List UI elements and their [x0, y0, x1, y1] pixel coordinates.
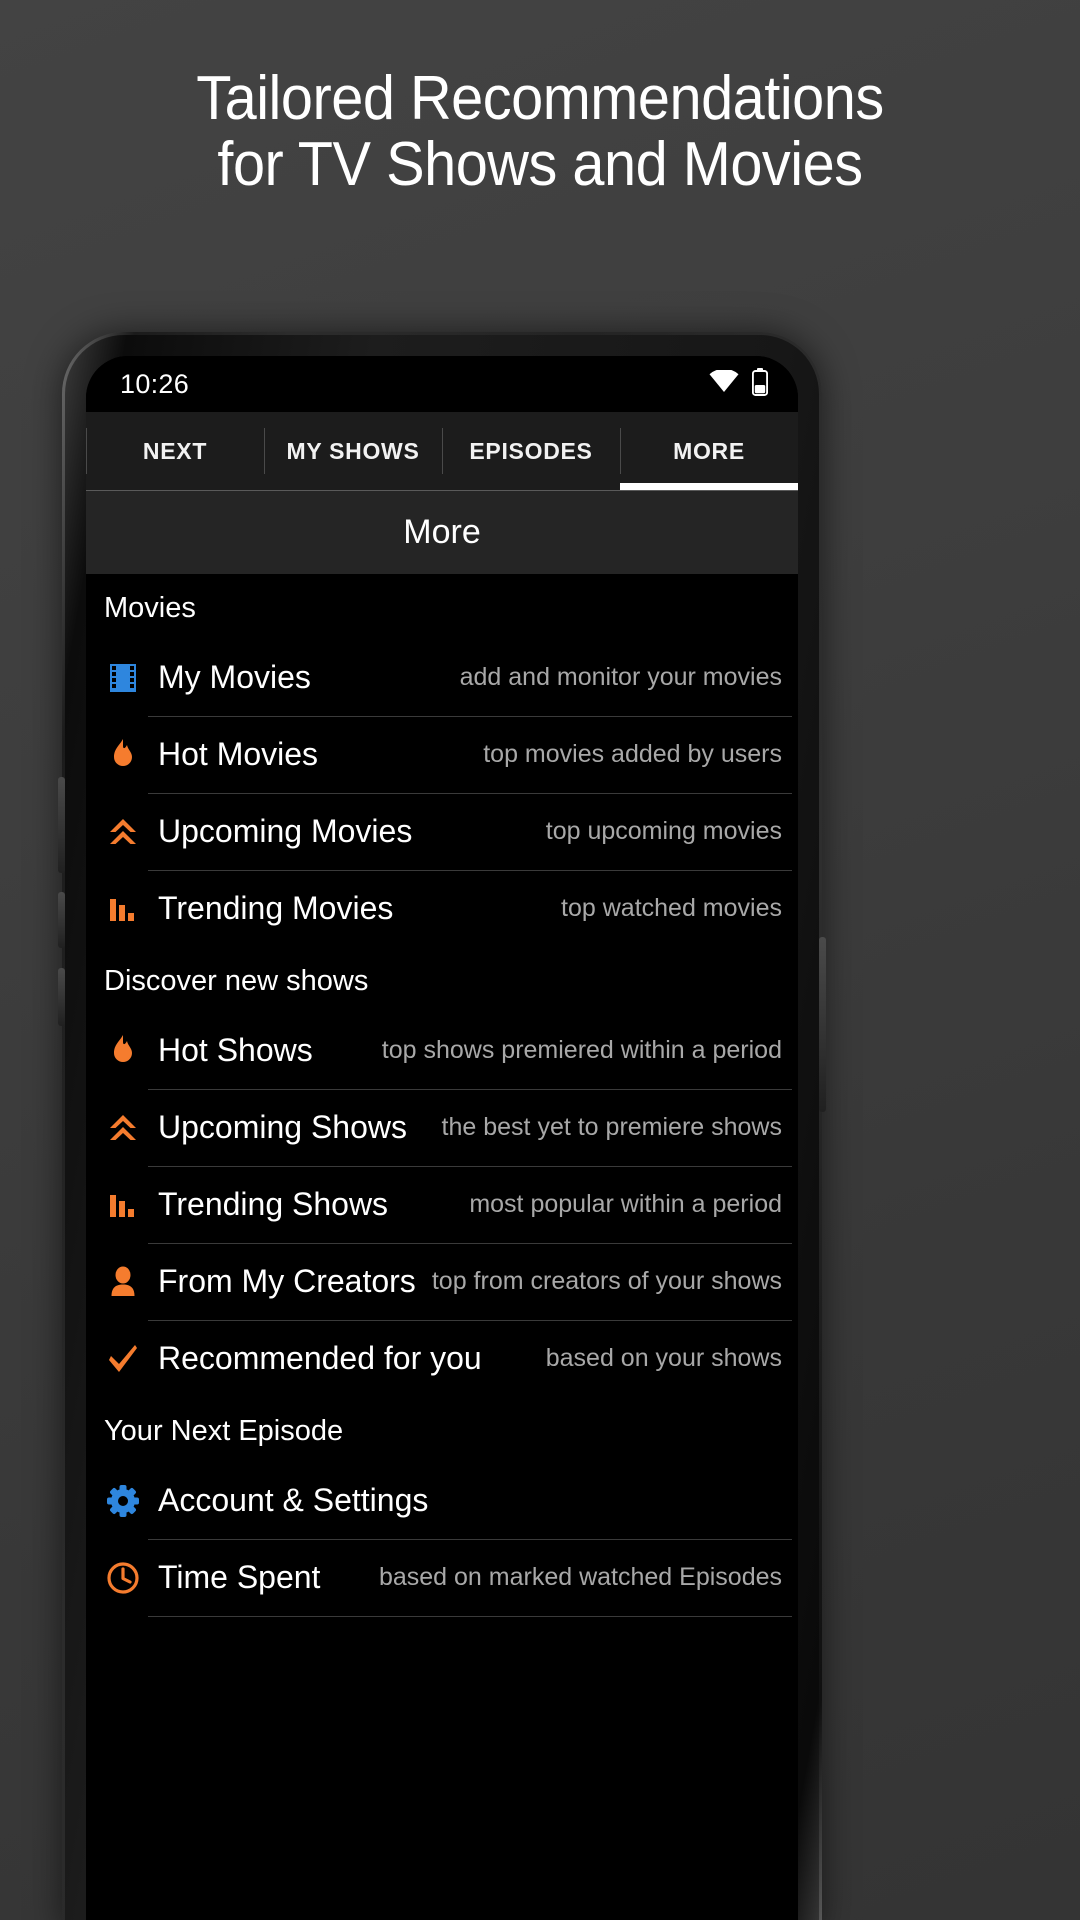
main-tab-bar[interactable]: NEXT MY SHOWS EPISODES MORE	[86, 412, 798, 490]
clock-icon	[100, 1555, 146, 1601]
list-item-label: Account & Settings	[158, 1482, 429, 1518]
flame-icon	[100, 732, 146, 778]
row-divider	[148, 1166, 792, 1167]
status-bar-icons	[709, 367, 769, 401]
section-header-your-next-episode: Your Next Episode	[104, 1415, 344, 1447]
list-item-description: top movies added by users	[483, 740, 782, 768]
list-item-description: top upcoming movies	[545, 817, 782, 845]
status-bar: 10:26	[86, 356, 798, 412]
row-divider	[148, 870, 792, 871]
status-bar-clock: 10:26	[120, 368, 190, 399]
tab-next-label: NEXT	[142, 437, 208, 464]
phone-screen: 10:26 NEXT MY SHOWS EPISODES MORE More M…	[86, 356, 798, 1920]
list-item-upcoming-movies[interactable]: Upcoming Movies top upcoming movies	[86, 793, 798, 870]
extra-side-button[interactable]	[58, 968, 65, 1026]
list-item-label: My Movies	[158, 659, 311, 695]
bar-chart-icon	[100, 886, 146, 932]
check-icon	[100, 1336, 146, 1382]
row-divider	[148, 1089, 792, 1090]
row-divider	[148, 1616, 792, 1617]
list-item-description: the best yet to premiere shows	[441, 1113, 782, 1141]
screen-title-bar: More	[86, 491, 798, 574]
tab-my-shows[interactable]: MY SHOWS	[264, 412, 442, 490]
list-item-hot-shows[interactable]: Hot Shows top shows premiered within a p…	[86, 1012, 798, 1089]
phone-mockup: 10:26 NEXT MY SHOWS EPISODES MORE More M…	[58, 332, 826, 1920]
person-icon	[100, 1259, 146, 1305]
list-item-description: top from creators of your shows	[431, 1267, 782, 1295]
row-divider	[148, 1539, 792, 1540]
list-item-label: Upcoming Movies	[158, 813, 413, 849]
section-header-discover-new-shows: Discover new shows	[104, 965, 369, 997]
flame-icon	[100, 1028, 146, 1074]
row-divider	[148, 716, 792, 717]
film-strip-icon	[100, 655, 146, 701]
list-item-trending-movies[interactable]: Trending Movies top watched movies	[86, 870, 798, 947]
wifi-icon	[709, 368, 739, 398]
page-title: More	[403, 513, 481, 551]
list-item-label: Time Spent	[158, 1559, 321, 1595]
list-item-description: most popular within a period	[469, 1190, 782, 1218]
list-item-label: From My Creators	[158, 1263, 416, 1299]
list-item-time-spent[interactable]: Time Spent based on marked watched Episo…	[86, 1539, 798, 1616]
list-item-description: top shows premiered within a period	[381, 1036, 782, 1064]
list-item-label: Upcoming Shows	[158, 1109, 407, 1145]
double-chevron-up-icon	[100, 1105, 146, 1151]
page-headline: Tailored Recommendations for TV Shows an…	[38, 64, 1042, 200]
headline-line-1: Tailored Recommendations	[196, 64, 884, 133]
tab-more[interactable]: MORE	[620, 412, 798, 490]
list-item-upcoming-shows[interactable]: Upcoming Shows the best yet to premiere …	[86, 1089, 798, 1166]
list-item-label: Hot Shows	[158, 1032, 313, 1068]
list-item-trending-shows[interactable]: Trending Shows most popular within a per…	[86, 1166, 798, 1243]
bar-chart-icon	[100, 1182, 146, 1228]
row-divider	[148, 1243, 792, 1244]
list-item-description: top watched movies	[561, 894, 782, 922]
tab-episodes[interactable]: EPISODES	[442, 412, 620, 490]
list-item-from-my-creators[interactable]: From My Creators top from creators of yo…	[86, 1243, 798, 1320]
more-menu-list: Movies My Movies add and monitor your mo…	[86, 574, 798, 1693]
tab-more-label: MORE	[673, 437, 745, 464]
volume-up-button[interactable]	[58, 777, 65, 873]
volume-down-button[interactable]	[58, 892, 65, 948]
tab-episodes-label: EPISODES	[469, 437, 593, 464]
battery-icon	[751, 367, 769, 401]
list-item-description: add and monitor your movies	[459, 663, 782, 691]
tab-next[interactable]: NEXT	[86, 412, 264, 490]
gear-icon	[100, 1478, 146, 1524]
list-item-description: based on marked watched Episodes	[378, 1563, 782, 1591]
list-item-my-movies[interactable]: My Movies add and monitor your movies	[86, 639, 798, 716]
tab-my-shows-label: MY SHOWS	[286, 437, 420, 464]
list-item-partial-next[interactable]	[86, 1616, 798, 1693]
power-button[interactable]	[819, 937, 826, 1112]
list-item-description: based on your shows	[545, 1344, 782, 1372]
list-item-hot-movies[interactable]: Hot Movies top movies added by users	[86, 716, 798, 793]
list-item-account-settings[interactable]: Account & Settings	[86, 1462, 798, 1539]
list-item-label: Recommended for you	[158, 1340, 482, 1376]
list-item-recommended-for-you[interactable]: Recommended for you based on your shows	[86, 1320, 798, 1397]
list-item-label: Hot Movies	[158, 736, 319, 772]
list-item-label: Trending Shows	[158, 1186, 389, 1222]
row-divider	[148, 793, 792, 794]
section-header-movies: Movies	[104, 592, 196, 624]
row-divider	[148, 1320, 792, 1321]
double-chevron-up-icon	[100, 809, 146, 855]
list-item-label: Trending Movies	[158, 890, 394, 926]
headline-line-2: for TV Shows and Movies	[217, 130, 863, 200]
